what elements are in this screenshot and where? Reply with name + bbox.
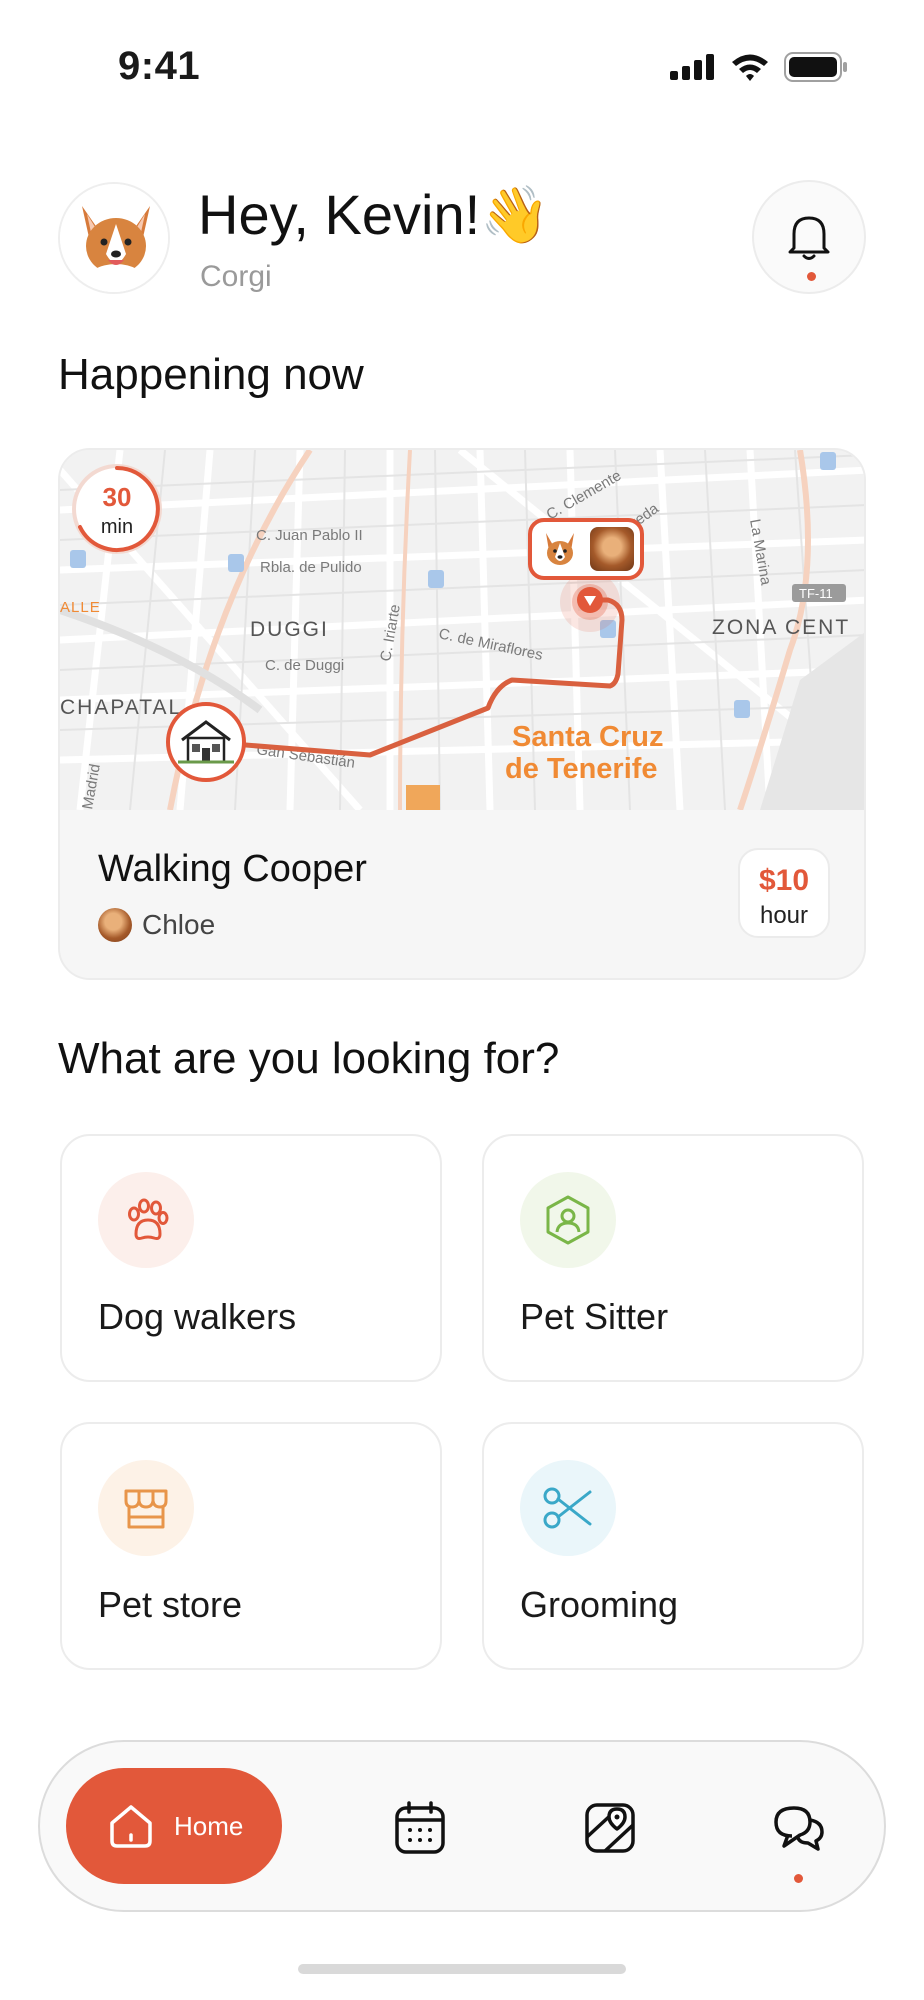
map-label-street-2: Rbla. de Pulido [260,559,362,576]
category-label: Pet Sitter [520,1296,669,1337]
nav-map-button[interactable] [578,1796,642,1860]
house-icon [178,720,234,764]
category-label: Pet store [98,1584,243,1625]
map-label-district: DUGGI [250,618,329,641]
walker-name: Chloe [142,909,216,940]
price-value: $10 [758,864,810,897]
walk-details: Walking Cooper Chloe $10 hour [60,810,864,978]
map-city-label-1: Santa Cruz [512,721,663,753]
bell-icon [788,216,830,260]
map-label-street-3: C. de Duggi [265,657,344,674]
calendar-icon [395,1801,445,1854]
corgi-mini-icon [538,527,582,571]
pet-breed-subtitle: Corgi [200,260,272,293]
happening-now-title: Happening now [58,350,364,399]
paw-icon [98,1172,194,1268]
price-badge: $10 hour [738,848,830,938]
walk-participants-marker[interactable] [528,518,644,580]
category-label: Dog walkers [98,1296,297,1337]
nav-home-button[interactable]: Home [66,1768,282,1884]
home-icon [110,1805,152,1848]
happening-now-card[interactable]: C. Juan Pablo II Rbla. de Pulido C. de D… [58,448,866,980]
price-unit: hour [759,902,809,929]
categories-title: What are you looking for? [58,1034,560,1083]
map-label-street-1: C. Juan Pablo II [256,527,363,544]
walker-info: Chloe [98,908,215,942]
user-avatar[interactable] [58,182,170,294]
walk-route-map[interactable]: C. Juan Pablo II Rbla. de Pulido C. de D… [60,450,864,813]
map-label-left-district: CHAPATAL [60,696,182,719]
timer-unit: min [100,516,134,538]
store-icon [98,1460,194,1556]
scissors-icon [520,1460,616,1556]
greeting-title: Hey, Kevin!👋 [198,183,550,246]
map-icon [585,1803,635,1853]
walk-title: Walking Cooper [98,848,367,890]
nav-chat-button[interactable] [766,1796,830,1883]
timer-value: 30 [102,482,132,512]
nav-calendar-button[interactable] [388,1796,452,1860]
walker-avatar [98,908,132,942]
bottom-navigation: Home [38,1740,886,1912]
map-label-zone: ZONA CENT [712,616,850,639]
wifi-icon [732,54,768,81]
notification-dot [807,272,816,281]
chat-icon [774,1806,824,1851]
walk-timer-badge: 30 min [72,464,162,554]
chat-unread-dot [794,1874,803,1883]
notifications-button[interactable] [752,180,866,294]
category-pet-sitter[interactable]: Pet Sitter [482,1134,864,1382]
home-indicator[interactable] [298,1964,626,1974]
corgi-avatar-icon [60,184,168,292]
category-dog-walkers[interactable]: Dog walkers [60,1134,442,1382]
status-time: 9:41 [118,44,201,88]
map-city-label-2: de Tenerife [505,753,658,785]
walker-mini-avatar [590,527,634,571]
status-bar: 9:41 [0,0,924,140]
category-grooming[interactable]: Grooming [482,1422,864,1670]
status-icons [670,52,848,82]
sitter-shield-icon [520,1172,616,1268]
map-road-sign: TF-11 [799,586,833,601]
home-marker[interactable] [166,702,246,782]
category-label: Grooming [520,1584,679,1625]
map-label-left-edge: ALLE [60,599,101,616]
nav-home-label: Home [174,1810,244,1841]
category-pet-store[interactable]: Pet store [60,1422,442,1670]
battery-icon [784,52,847,82]
cellular-signal-icon [670,54,714,80]
